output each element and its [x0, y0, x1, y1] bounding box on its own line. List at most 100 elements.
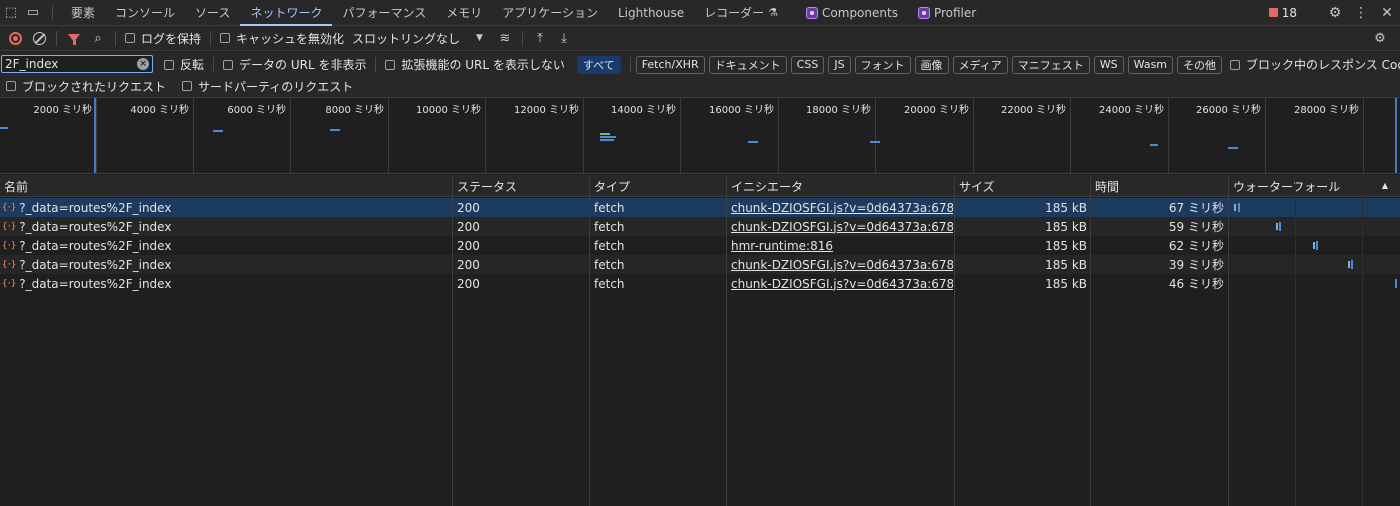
hide-data-urls-checkbox[interactable]: データの URL を非表示 [219, 56, 370, 73]
wifi-settings-icon: ≋ [499, 30, 511, 46]
device-toolbar-icon[interactable]: ▭ [22, 0, 44, 25]
column-header-time[interactable]: 時間 [1091, 175, 1228, 197]
record-button[interactable] [3, 26, 27, 51]
type-filter-document[interactable]: ドキュメント [708, 55, 787, 74]
disable-cache-checkbox[interactable]: キャッシュを無効化 [216, 30, 348, 47]
column-header-status[interactable]: ステータス [453, 175, 589, 197]
column-divider[interactable] [589, 175, 590, 506]
initiator-link[interactable]: chunk-DZIOSFGI.js?v=0d64373a:6788 [731, 258, 953, 272]
overview-tick-label: 8000 ミリ秒 [325, 105, 384, 116]
inspect-element-icon[interactable]: ⬚ [0, 0, 22, 25]
overview-gridline [1070, 98, 1071, 173]
type-filter-other[interactable]: その他 [1177, 55, 1223, 74]
request-name-cell: {·} ?_data=routes%2F_index [2, 236, 450, 255]
fetch-request-icon: {·} [2, 278, 16, 289]
status-cell: 200 [457, 200, 480, 215]
tab-components[interactable]: Components [796, 0, 908, 25]
waterfall-bar [1316, 241, 1318, 250]
filter-input[interactable]: 2F_index × [1, 55, 153, 73]
invert-label: 反転 [180, 58, 205, 72]
type-filter-media[interactable]: メディア [952, 55, 1008, 74]
initiator-link[interactable]: hmr-runtime:816 [731, 239, 833, 253]
tab-application[interactable]: アプリケーション [492, 0, 608, 25]
type-cell: fetch [594, 200, 625, 215]
search-button[interactable]: ⌕ [86, 26, 110, 51]
overview-selection-end[interactable] [1395, 98, 1397, 173]
column-divider[interactable] [726, 175, 727, 506]
network-overview-timeline[interactable]: 2000 ミリ秒 4000 ミリ秒 6000 ミリ秒 8000 ミリ秒 1000… [0, 98, 1400, 174]
network-settings-button[interactable]: ⚙ [1368, 26, 1392, 51]
invert-checkbox[interactable]: 反転 [160, 56, 208, 73]
close-devtools-icon[interactable]: ✕ [1374, 0, 1400, 26]
column-header-waterfall[interactable]: ウォーターフォール ▲ [1229, 175, 1400, 197]
divider [115, 30, 116, 46]
column-header-initiator[interactable]: イニシエータ [727, 175, 954, 197]
tab-profiler[interactable]: Profiler [908, 0, 986, 25]
chevron-down-icon: ▼ [476, 33, 483, 43]
table-row[interactable]: {·} ?_data=routes%2F_index 200 fetch chu… [0, 217, 1400, 236]
tab-elements[interactable]: 要素 [61, 0, 105, 25]
tab-performance[interactable]: パフォーマンス [332, 0, 436, 25]
overview-tick-label: 2000 ミリ秒 [33, 105, 92, 116]
tab-memory[interactable]: メモリ [436, 0, 492, 25]
time-cell: 39 ミリ秒 [1168, 258, 1224, 272]
type-filter-wasm[interactable]: Wasm [1127, 55, 1174, 74]
column-header-name[interactable]: 名前 [0, 175, 452, 197]
type-filter-manifest[interactable]: マニフェスト [1011, 55, 1090, 74]
type-filter-js[interactable]: JS [828, 55, 851, 74]
column-header-size[interactable]: サイズ [955, 175, 1090, 197]
tab-lighthouse[interactable]: Lighthouse [608, 0, 694, 25]
type-filter-image[interactable]: 画像 [914, 55, 949, 74]
table-row[interactable]: {·} ?_data=routes%2F_index 200 fetch chu… [0, 198, 1400, 217]
checkbox-box [125, 33, 135, 43]
column-divider[interactable] [1228, 175, 1229, 506]
column-divider[interactable] [452, 175, 453, 506]
divider [52, 5, 53, 20]
hide-extension-urls-checkbox[interactable]: 拡張機能の URL を表示しない [381, 56, 568, 73]
table-row[interactable]: {·} ?_data=routes%2F_index 200 fetch hmr… [0, 236, 1400, 255]
more-options-icon[interactable]: ⋮ [1348, 0, 1374, 26]
tab-recorder[interactable]: レコーダー ⚗ [694, 0, 788, 25]
column-header-waterfall-label: ウォーターフォール [1233, 179, 1341, 194]
request-name-cell: {·} ?_data=routes%2F_index [2, 198, 450, 217]
type-filter-ws[interactable]: WS [1093, 55, 1124, 74]
export-har-button[interactable]: ⤓ [552, 26, 576, 51]
tab-console[interactable]: コンソール [105, 0, 185, 25]
waterfall-bar [1348, 261, 1350, 268]
type-filter-all[interactable]: すべて [576, 55, 621, 74]
column-divider[interactable] [954, 175, 955, 506]
table-row[interactable]: {·} ?_data=routes%2F_index 200 fetch chu… [0, 274, 1400, 293]
blocked-requests-checkbox[interactable]: ブロックされたリクエスト [2, 78, 170, 95]
clear-filter-icon[interactable]: × [137, 58, 149, 70]
tab-network[interactable]: ネットワーク [240, 0, 333, 26]
waterfall-gridline [1362, 175, 1363, 506]
settings-gear-icon[interactable]: ⚙ [1322, 0, 1348, 26]
overview-gridline [583, 98, 584, 173]
issues-badge[interactable]: 18 [1261, 6, 1305, 20]
type-filter-css[interactable]: CSS [790, 55, 825, 74]
third-party-checkbox[interactable]: サードパーティのリクエスト [178, 78, 357, 95]
overview-gridline [875, 98, 876, 173]
tab-sources[interactable]: ソース [185, 0, 240, 25]
initiator-link[interactable]: chunk-DZIOSFGI.js?v=0d64373a:6788 [731, 277, 953, 291]
clear-button[interactable] [27, 26, 51, 51]
initiator-link[interactable]: chunk-DZIOSFGI.js?v=0d64373a:6788 [731, 201, 953, 215]
column-header-type[interactable]: タイプ [590, 175, 726, 197]
type-filter-fetch-xhr[interactable]: Fetch/XHR [635, 55, 705, 74]
size-cell: 185 kB [1045, 200, 1087, 215]
overview-tick-label: 6000 ミリ秒 [227, 105, 286, 116]
network-conditions-button[interactable]: ≋ [493, 26, 517, 51]
throttling-select[interactable]: スロットリングなし ▼ [348, 30, 487, 47]
column-divider[interactable] [1090, 175, 1091, 506]
overview-tick-label: 12000 ミリ秒 [514, 105, 579, 116]
import-har-button[interactable]: ⤒ [528, 26, 552, 51]
initiator-link[interactable]: chunk-DZIOSFGI.js?v=0d64373a:6788 [731, 220, 953, 234]
overview-gridline [485, 98, 486, 173]
type-filter-font[interactable]: フォント [854, 55, 911, 74]
overview-tick-label: 14000 ミリ秒 [611, 105, 676, 116]
blocked-cookies-checkbox[interactable]: ブロック中のレスポンス Cookie [1226, 56, 1400, 73]
divider [56, 30, 57, 46]
table-row[interactable]: {·} ?_data=routes%2F_index 200 fetch chu… [0, 255, 1400, 274]
filter-toggle-button[interactable] [62, 26, 86, 51]
preserve-log-checkbox[interactable]: ログを保持 [121, 30, 205, 47]
